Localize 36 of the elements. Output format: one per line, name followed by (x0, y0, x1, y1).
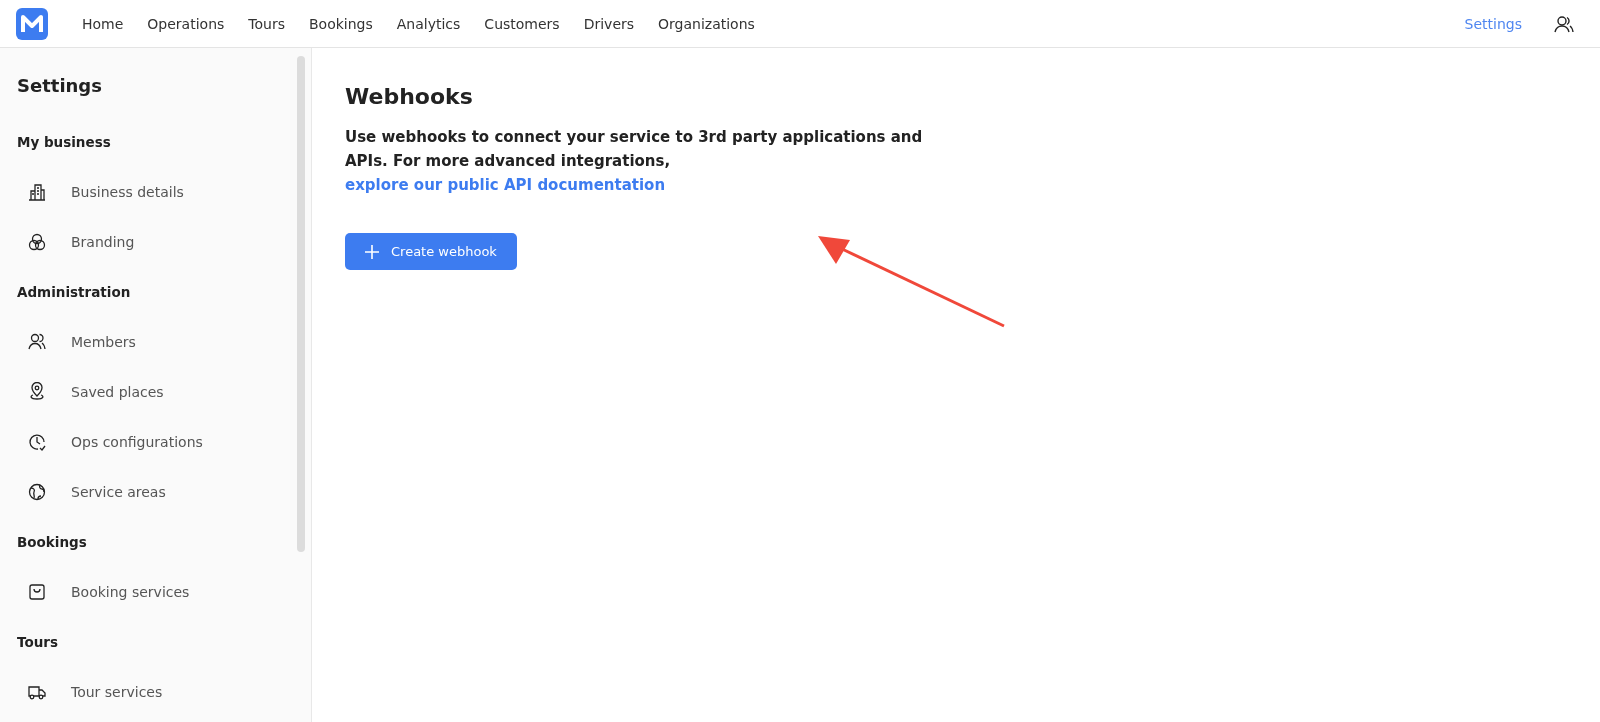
sidebar-item[interactable]: Tour services (71, 684, 163, 700)
sidebar-item[interactable]: Members (71, 334, 136, 350)
nav-link[interactable]: Bookings (309, 15, 373, 32)
settings-link[interactable]: Settings (1464, 15, 1522, 32)
people-icon[interactable] (27, 332, 47, 352)
sidebar-item[interactable]: Business details (71, 184, 184, 200)
nav-link[interactable]: Tours (248, 15, 285, 32)
nav-link[interactable]: Home (82, 15, 124, 32)
nav-link[interactable]: Drivers (583, 15, 635, 32)
app-logo-icon[interactable] (16, 7, 48, 40)
api-docs-link[interactable]: explore our public API documentation (345, 176, 666, 194)
section-heading: Bookings (17, 533, 88, 552)
page-title: Webhooks (345, 84, 474, 109)
nav-link[interactable]: Analytics (396, 15, 461, 32)
section-heading: Tours (17, 633, 59, 652)
sidebar-item[interactable]: Booking services (71, 584, 190, 600)
building-icon[interactable] (27, 182, 47, 202)
section-heading: Administration (17, 283, 132, 302)
section-heading: My business (17, 133, 112, 152)
nav-link[interactable]: Operations (147, 15, 225, 32)
globe-icon[interactable] (27, 482, 47, 502)
nav-link[interactable]: Customers (484, 15, 560, 32)
nav-link[interactable]: Organizations (658, 15, 755, 32)
create-webhook-button[interactable]: Create webhook (345, 233, 517, 270)
clock-icon[interactable] (27, 432, 47, 452)
sidebar-item[interactable]: Service areas (71, 484, 166, 500)
sidebar-item[interactable]: Branding (71, 234, 135, 250)
plus-icon (365, 244, 379, 259)
sidebar-title: Settings (17, 75, 103, 96)
sidebar-item[interactable]: Ops configurations (71, 434, 203, 450)
scrollbar-thumb[interactable] (297, 56, 305, 552)
bag-icon[interactable] (27, 582, 47, 602)
user-account-icon[interactable] (1554, 14, 1574, 33)
description-text: Use webhooks to connect your service to 3rd party applications and APIs. For more advanced integrations, explore our public API documentation (345, 127, 924, 196)
circles-icon[interactable] (27, 232, 47, 252)
sidebar-item[interactable]: Saved places (71, 384, 164, 400)
